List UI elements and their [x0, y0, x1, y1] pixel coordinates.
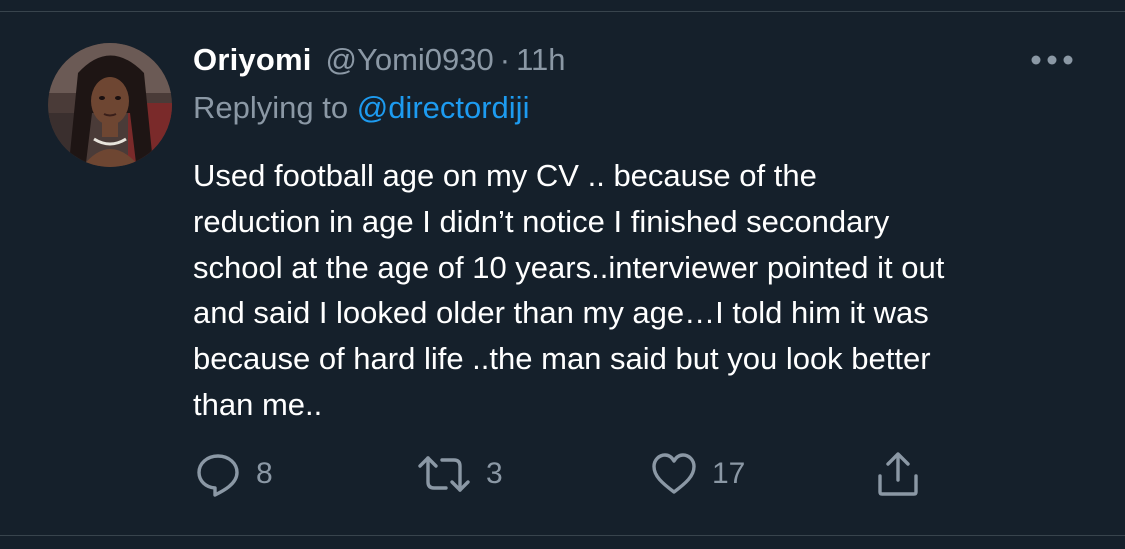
retweet-count: 3 — [486, 457, 503, 490]
more-button[interactable] — [1030, 52, 1074, 68]
author-name[interactable]: Oriyomi — [193, 42, 312, 78]
top-divider — [0, 11, 1125, 12]
tweet-text: Used football age on my CV .. because of… — [193, 158, 945, 422]
tweet-header: Oriyomi @Yomi0930 · 11h — [193, 40, 566, 80]
heart-icon — [652, 453, 696, 494]
separator-dot: · — [499, 42, 511, 77]
tweet-timestamp[interactable]: 11h — [516, 42, 565, 78]
like-count: 17 — [712, 457, 746, 490]
bottom-divider — [0, 535, 1125, 536]
reply-button[interactable]: 8 — [194, 450, 273, 498]
retweet-button[interactable]: 3 — [416, 450, 503, 498]
retweet-icon — [418, 456, 470, 492]
author-handle[interactable]: @Yomi0930 — [326, 42, 494, 78]
reply-bubble-icon — [197, 454, 239, 497]
like-button[interactable]: 17 — [650, 450, 745, 498]
avatar-image — [48, 43, 172, 167]
more-horizontal-icon — [1031, 55, 1073, 65]
avatar[interactable] — [48, 43, 172, 167]
replying-to-line: Replying to @directordiji — [193, 90, 529, 126]
share-upload-icon — [878, 452, 918, 496]
share-button[interactable] — [872, 450, 924, 498]
reply-count: 8 — [256, 457, 273, 490]
replying-to-mention[interactable]: @directordiji — [357, 90, 530, 125]
replying-to-label: Replying to — [193, 90, 349, 125]
